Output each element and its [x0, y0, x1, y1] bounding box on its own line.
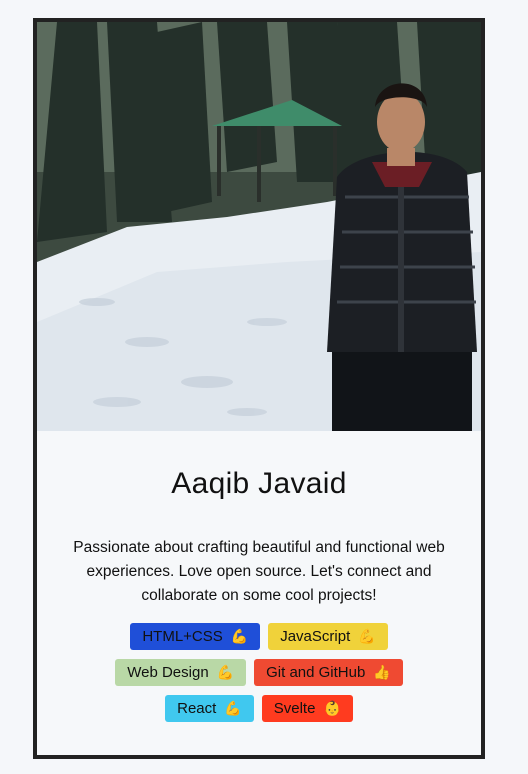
flexed-biceps-icon: 💪 [224, 700, 242, 716]
skill-tag-html-css: HTML+CSS 💪 [130, 623, 261, 650]
skill-label: Svelte [273, 700, 316, 717]
skill-tag-web-design: Web Design 💪 [115, 659, 247, 686]
flexed-biceps-icon: 💪 [230, 628, 249, 644]
skill-label: React [177, 700, 217, 717]
skills-row: React 💪 Svelte 👶 [37, 695, 481, 722]
thumbs-up-icon: 👍 [373, 664, 391, 680]
profile-photo [37, 22, 481, 431]
profile-name: Aaqib Javaid [171, 467, 347, 500]
flexed-biceps-icon: 💪 [216, 664, 235, 680]
flexed-biceps-icon: 💪 [358, 628, 376, 644]
baby-icon: 👶 [323, 700, 341, 716]
skills-row: Web Design 💪 Git and GitHub 👍 [37, 659, 481, 686]
skills-row: HTML+CSS 💪 JavaScript 💪 [37, 623, 481, 650]
skill-tag-git-github: Git and GitHub 👍 [254, 659, 403, 686]
profile-bio: Passionate about crafting beautiful and … [73, 539, 445, 604]
profile-card: Aaqib Javaid Passionate about crafting b… [33, 18, 485, 759]
skill-label: JavaScript [280, 628, 351, 645]
skill-label: Git and GitHub [266, 664, 366, 681]
skill-tag-svelte: Svelte 👶 [261, 695, 353, 722]
skills-list: HTML+CSS 💪 JavaScript 💪 Web Design 💪 Git… [37, 623, 481, 731]
skill-tag-javascript: JavaScript 💪 [268, 623, 388, 650]
skill-label: HTML+CSS [142, 628, 223, 645]
skill-label: Web Design [127, 664, 209, 681]
skill-tag-react: React 💪 [165, 695, 254, 722]
